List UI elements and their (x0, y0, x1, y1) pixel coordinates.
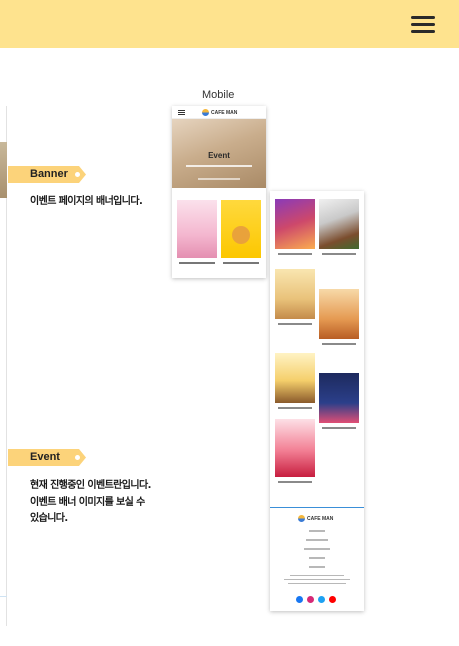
desktop-banner-image (0, 142, 7, 198)
top-navigation-bar (0, 0, 459, 48)
event-description: 현재 진행중인 이벤트란입니다. 이벤트 배너 이미지를 보실 수 있습니다. (30, 478, 151, 528)
desktop-preview-edge (0, 106, 7, 626)
mockup-menu-icon (178, 110, 185, 115)
banner-tag-label: Banner (30, 168, 68, 180)
mobile-mockup-banner: CAFE MAN Event (172, 106, 266, 278)
mobile-label: Mobile (202, 89, 235, 101)
menu-line (411, 16, 435, 19)
hero-title: Event (208, 151, 230, 160)
youtube-icon[interactable] (329, 596, 336, 603)
menu-line (411, 23, 435, 26)
tile-caption (322, 427, 356, 429)
hamburger-menu-icon[interactable] (411, 14, 435, 34)
mobile-mockup-event-list: CAFE MAN (270, 191, 364, 611)
tile-caption (322, 253, 356, 255)
footer-info (290, 575, 344, 576)
footer-info (284, 579, 350, 580)
event-tile (275, 353, 315, 409)
cake-box-image (319, 199, 359, 249)
desktop-footer-line (0, 596, 7, 597)
hero-subtitle-line (198, 178, 240, 180)
tag-dot (75, 172, 80, 177)
strawberry-image (275, 419, 315, 477)
card-caption (179, 262, 215, 264)
mockup-footer: CAFE MAN (270, 507, 364, 611)
sweet-potato-latte-image (319, 289, 359, 339)
logo-text: CAFE MAN (307, 515, 334, 522)
mockup-hero-banner: Event (172, 119, 266, 188)
tile-caption (322, 343, 356, 345)
event-tile (319, 199, 359, 255)
event-tile (275, 269, 315, 325)
card-caption (223, 262, 259, 264)
menu-line (411, 30, 435, 33)
event-card (221, 200, 261, 264)
instagram-icon[interactable] (307, 596, 314, 603)
membership-image (319, 373, 359, 423)
logo-icon (202, 109, 209, 116)
footer-logo: CAFE MAN (298, 515, 333, 522)
footer-link (309, 566, 325, 568)
kakaopay-event-image (221, 200, 261, 258)
cherry-blossom-image (177, 200, 217, 258)
banner-tag: Banner (8, 166, 86, 183)
event-tile (319, 289, 359, 345)
logo-icon (298, 515, 305, 522)
social-icons (296, 596, 336, 603)
event-tile (275, 199, 315, 255)
event-description-line: 이벤트 배너 이미지를 보실 수 (30, 496, 145, 508)
event-description-line: 현재 진행중인 이벤트란입니다. (30, 480, 151, 491)
event-tile (275, 419, 315, 483)
event-description-line: 있습니다. (30, 513, 68, 524)
event-tile (319, 373, 359, 429)
banner-description: 이벤트 페이지의 배너입니다. (30, 196, 143, 207)
tile-caption (278, 323, 312, 325)
footer-info (288, 583, 346, 584)
footer-link (309, 530, 325, 532)
event-grid (270, 191, 364, 507)
footer-link (309, 557, 325, 559)
madeleine-image (275, 269, 315, 319)
lunch-time-image (275, 353, 315, 403)
mockup-event-cards (177, 200, 261, 264)
tile-caption (278, 407, 312, 409)
footer-link (306, 539, 328, 541)
instagram-event-image (275, 199, 315, 249)
event-tag-label: Event (30, 451, 60, 463)
event-tag: Event (8, 449, 86, 466)
logo-text: CAFE MAN (211, 109, 238, 116)
hero-subtitle-line (186, 165, 252, 167)
tile-caption (278, 481, 312, 483)
tag-dot (75, 455, 80, 460)
event-card (177, 200, 217, 264)
tile-caption (278, 253, 312, 255)
facebook-icon[interactable] (296, 596, 303, 603)
twitter-icon[interactable] (318, 596, 325, 603)
mockup-logo: CAFE MAN (202, 109, 237, 116)
mockup-header: CAFE MAN (172, 106, 266, 119)
footer-link (304, 548, 330, 550)
